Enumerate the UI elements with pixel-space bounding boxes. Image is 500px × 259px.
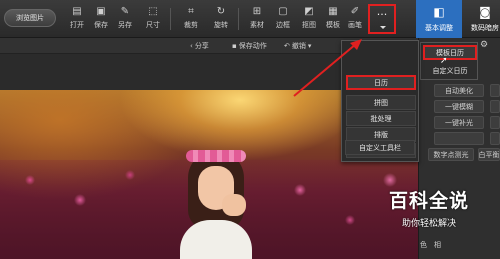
open-icon: ▤ <box>72 6 82 17</box>
material-button[interactable]: ⊞ 素材 <box>244 4 270 34</box>
browse-images-button[interactable]: 浏览图片 <box>4 9 56 27</box>
resize-button[interactable]: ⬚ 尺寸 <box>140 4 166 34</box>
panel-button-partial[interactable] <box>490 84 500 97</box>
more-dots-icon: ··· <box>376 8 388 21</box>
top-toolbar: 浏览图片 ▤ 打开 ▣ 保存 ✎ 另存 ⬚ 尺寸 ⌗ 裁剪 ↻ 旋转 ⊞ 素材 … <box>0 0 500 38</box>
save-as-icon: ✎ <box>120 6 130 17</box>
template-calendar-item[interactable]: 模板日历 <box>423 45 477 60</box>
panel-button[interactable] <box>434 132 484 145</box>
open-button[interactable]: ▤ 打开 <box>64 4 90 34</box>
toolbar-divider <box>238 8 239 30</box>
adjust-icon: ◧ <box>433 5 445 19</box>
watermark-subtitle: 助你轻松解决 <box>401 219 456 229</box>
girl-hands <box>222 194 246 216</box>
toolbar-divider <box>170 8 171 30</box>
save-as-button[interactable]: ✎ 另存 <box>112 4 138 34</box>
auto-beautify-button[interactable]: 自动美化 <box>434 84 484 97</box>
flower-crown <box>186 150 246 162</box>
share-icon: ‹ <box>190 42 193 50</box>
white-balance-button[interactable]: 白平衡 <box>478 148 500 161</box>
one-click-blur-button[interactable]: 一键模糊 <box>434 100 484 113</box>
template-icon: ▦ <box>328 6 338 17</box>
save-action-button[interactable]: ▪ 保存动作 <box>232 40 267 52</box>
panel-button-partial[interactable] <box>490 100 500 113</box>
menu-item-batch[interactable]: 批处理 <box>346 111 416 126</box>
cutout-icon: ◩ <box>304 6 314 17</box>
cursor-pointer-icon: ➚ <box>440 56 448 66</box>
save-button[interactable]: ▣ 保存 <box>88 4 114 34</box>
watermark: 百科全说 助你轻松解决 <box>370 186 488 242</box>
more-tools-button[interactable]: ··· <box>368 4 396 34</box>
crop-icon: ⌗ <box>188 6 194 17</box>
save-action-icon: ▪ <box>232 42 237 50</box>
brush-button[interactable]: ✐ 画笔 <box>342 4 368 34</box>
undo-icon: ↶ <box>284 42 290 50</box>
annotation-arrow <box>293 39 362 97</box>
custom-calendar-item[interactable]: 自定义日历 <box>423 63 477 78</box>
digital-spot-metering-button[interactable]: 数字点测光 <box>428 148 474 161</box>
darkroom-icon: ◙ <box>479 5 491 19</box>
panel-button-partial[interactable] <box>490 116 500 129</box>
brush-icon: ✐ <box>350 6 360 17</box>
chevron-down-icon <box>380 26 386 29</box>
one-click-fill-light-button[interactable]: 一键补光 <box>434 116 484 129</box>
share-button[interactable]: ‹ 分享 <box>190 40 209 52</box>
frame-button[interactable]: ▢ 边框 <box>270 4 296 34</box>
rotate-button[interactable]: ↻ 旋转 <box>208 4 234 34</box>
panel-button-partial[interactable] <box>490 132 500 145</box>
cutout-button[interactable]: ◩ 抠图 <box>296 4 322 34</box>
save-icon: ▣ <box>96 6 106 17</box>
menu-item-custom-toolbar[interactable]: 自定义工具栏 <box>345 140 415 155</box>
tab-digital-darkroom[interactable]: ◙ 数码暗房 <box>462 0 500 38</box>
calendar-submenu: 模板日历 自定义日历 <box>420 42 478 80</box>
tab-basic-adjust[interactable]: ◧ 基本调整 <box>416 0 462 38</box>
watermark-title: 百科全说 <box>388 190 469 212</box>
crop-button[interactable]: ⌗ 裁剪 <box>178 4 204 34</box>
resize-icon: ⬚ <box>148 6 158 17</box>
material-icon: ⊞ <box>252 6 262 17</box>
rotate-icon: ↻ <box>216 6 226 17</box>
frame-icon: ▢ <box>278 6 288 17</box>
